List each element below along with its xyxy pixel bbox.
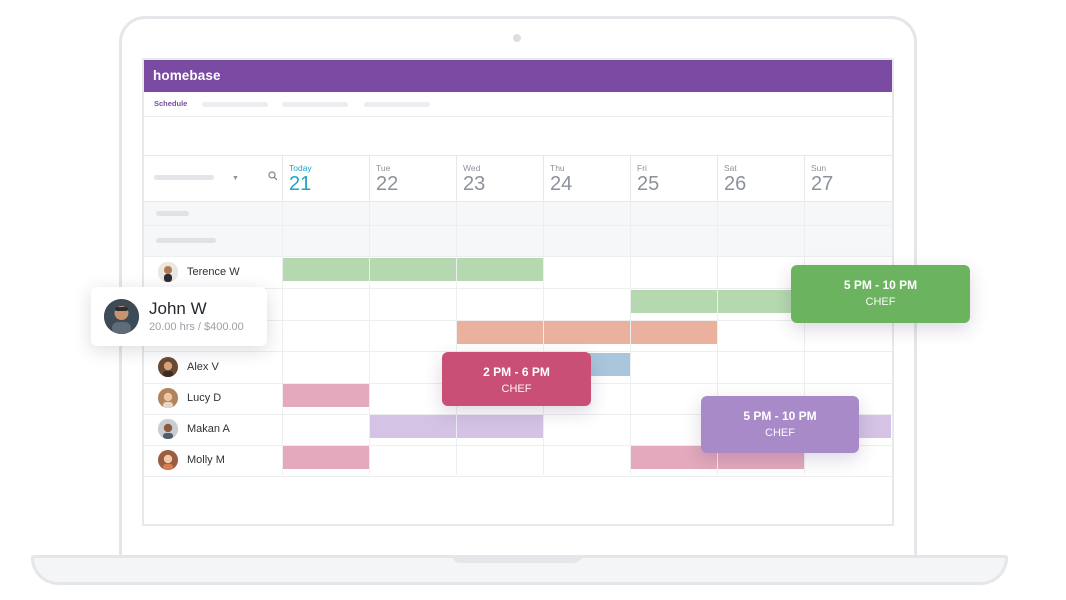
employee-summary-card[interactable]: John W 20.00 hrs / $400.00 — [91, 287, 267, 346]
shift-card-time: 2 PM - 6 PM — [483, 365, 550, 379]
day-header-today[interactable]: Today 21 — [282, 156, 369, 201]
shift-card-time: 5 PM - 10 PM — [743, 409, 817, 423]
day-header-sun[interactable]: Sun 27 — [804, 156, 891, 201]
day-name: Wed — [463, 163, 481, 173]
avatar-terence — [158, 262, 178, 282]
shift-block[interactable] — [283, 446, 369, 469]
day-name: Thu — [550, 163, 565, 173]
shift-block[interactable] — [631, 321, 717, 344]
shift-block[interactable] — [370, 415, 456, 438]
nav-item-placeholder[interactable] — [364, 102, 430, 107]
toolbar — [144, 117, 892, 156]
shift-card-pink[interactable]: 2 PM - 6 PM CHEF — [442, 352, 591, 406]
day-header-sat[interactable]: Sat 26 — [717, 156, 804, 201]
nav-item-schedule[interactable]: Schedule — [154, 99, 187, 108]
employee-name: Molly M — [187, 454, 225, 466]
nav-bar: Schedule — [144, 92, 892, 117]
shift-block[interactable] — [370, 258, 456, 281]
day-name: Today — [289, 163, 312, 173]
day-number: 27 — [811, 173, 834, 195]
shift-card-role: CHEF — [501, 383, 532, 395]
shift-block[interactable] — [283, 258, 369, 281]
day-header-wed[interactable]: Wed 23 — [456, 156, 543, 201]
avatar-lucy — [158, 388, 178, 408]
camera-icon — [513, 34, 521, 42]
avatar-alex — [158, 357, 178, 377]
avatar-john — [104, 299, 139, 334]
employee-name: Terence W — [187, 266, 240, 278]
shift-card-purple[interactable]: 5 PM - 10 PM CHEF — [701, 396, 859, 453]
shift-block[interactable] — [457, 415, 543, 438]
brand-logo[interactable]: homebase — [153, 68, 221, 83]
shift-block[interactable] — [283, 384, 369, 407]
day-number: 22 — [376, 173, 399, 195]
nav-item-placeholder[interactable] — [202, 102, 268, 107]
shift-card-role: CHEF — [765, 427, 795, 439]
caret-down-icon[interactable]: ▼ — [232, 175, 239, 182]
day-name: Tue — [376, 163, 391, 173]
summary-label-placeholder — [156, 211, 189, 216]
day-name: Sat — [724, 163, 737, 173]
summary-row — [144, 202, 892, 226]
shift-block[interactable] — [457, 321, 543, 344]
day-name: Sun — [811, 163, 827, 173]
summary-row — [144, 226, 892, 257]
employee-card-hours: 20.00 hrs / $400.00 — [149, 321, 244, 333]
laptop-notch — [452, 555, 582, 563]
shift-block[interactable] — [457, 258, 543, 281]
employee-name: Lucy D — [187, 392, 222, 404]
avatar-molly — [158, 450, 178, 470]
day-header-thu[interactable]: Thu 24 — [543, 156, 630, 201]
day-number: 26 — [724, 173, 747, 195]
day-number: 25 — [637, 173, 660, 195]
shift-card-green[interactable]: 5 PM - 10 PM CHEF — [791, 265, 970, 323]
employee-name: Makan A — [187, 423, 230, 435]
day-header-fri[interactable]: Fri 25 — [630, 156, 717, 201]
day-number: 23 — [463, 173, 486, 195]
shift-card-role: CHEF — [865, 296, 896, 308]
shift-block[interactable] — [544, 321, 630, 344]
day-header-tue[interactable]: Tue 22 — [369, 156, 456, 201]
shift-card-time: 5 PM - 10 PM — [843, 278, 918, 292]
search-icon[interactable] — [268, 171, 278, 181]
employee-name: Alex V — [187, 361, 219, 373]
shift-block[interactable] — [631, 290, 717, 313]
avatar-makan — [158, 419, 178, 439]
day-number: 24 — [550, 173, 573, 195]
day-name: Fri — [637, 163, 647, 173]
day-number: 21 — [289, 173, 312, 195]
app-header: homebase — [144, 60, 892, 92]
filter-select[interactable] — [154, 175, 214, 180]
summary-label-placeholder — [156, 238, 216, 243]
employee-card-name: John W — [149, 299, 207, 318]
nav-item-placeholder[interactable] — [282, 102, 348, 107]
week-header: ▼ Today 21 Tue 22 Wed 23 Thu 24 Fri 25 S… — [144, 156, 892, 202]
